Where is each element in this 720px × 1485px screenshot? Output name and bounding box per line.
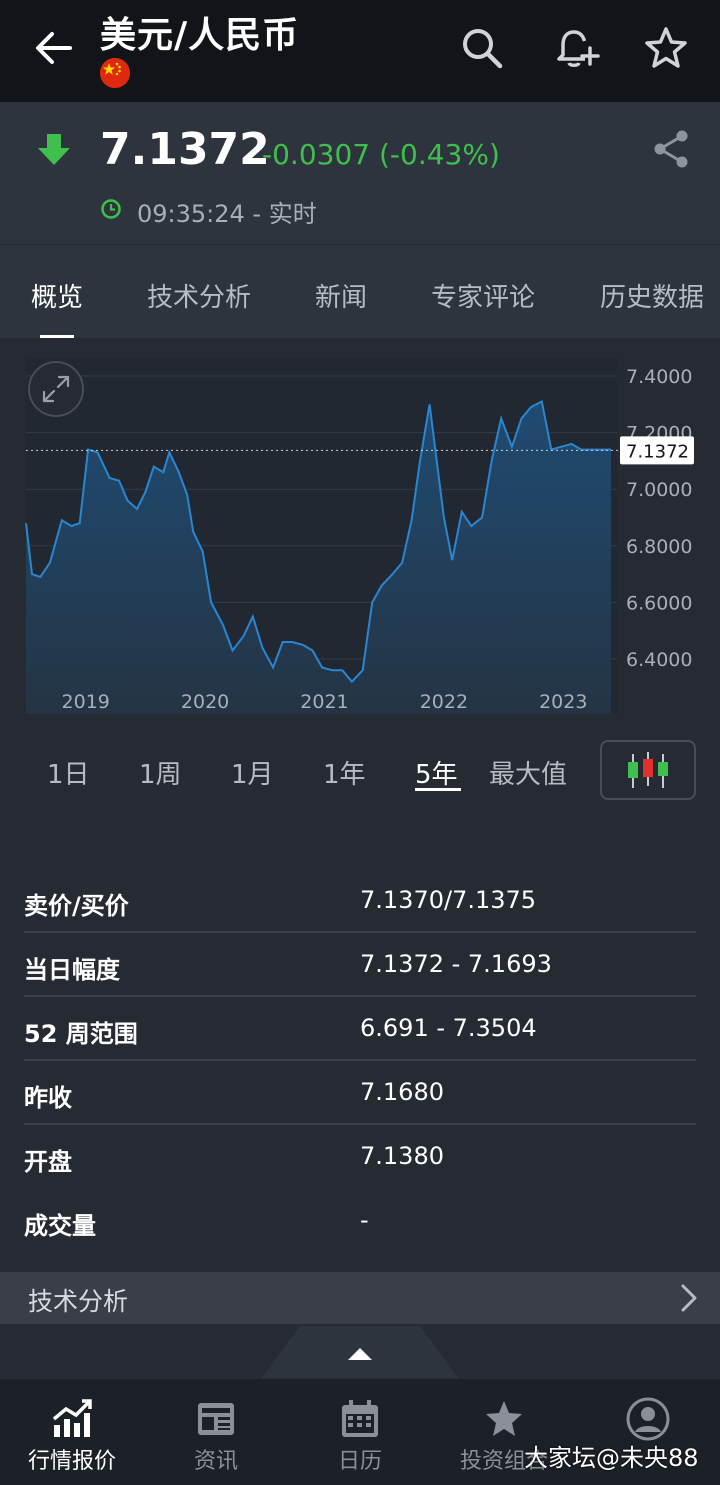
nav-label: 日历 (337, 1449, 382, 1474)
stat-row-52-week-range: 52 周范围 6.691 - 7.3504 (24, 996, 696, 1061)
calendar-icon (342, 1400, 378, 1437)
tab-history[interactable]: 历史数据 (600, 277, 704, 314)
time-range-selector: 1日 1周 1月 1年 5年 最大值 (0, 740, 720, 800)
tab-news[interactable]: 新闻 (315, 277, 367, 314)
section-title: 技术分析 (28, 1287, 129, 1316)
china-flag-icon (100, 58, 130, 88)
technical-analysis-section-header[interactable]: 技术分析 (0, 1272, 720, 1324)
candlestick-icon (628, 752, 668, 788)
chevron-right-icon (681, 1284, 697, 1312)
stat-label: 成交量 (24, 1212, 96, 1240)
stat-row-bid-ask: 卖价/买价 7.1370/7.1375 (24, 868, 696, 933)
y-tick-label: 7.4000 (626, 366, 692, 388)
watermark-text: 大家坛@未央88 (524, 1444, 699, 1472)
expand-icon (42, 375, 70, 403)
nav-calendar[interactable]: 日历 (288, 1379, 432, 1485)
x-tick-label: 2022 (420, 691, 468, 713)
price-change: -0.0307 (-0.43%) (262, 138, 500, 171)
stat-value: 7.1380 (360, 1142, 444, 1170)
stat-value: - (360, 1206, 369, 1234)
stat-row-volume: 成交量 - (24, 1188, 696, 1252)
y-tick-label: 6.8000 (626, 536, 692, 558)
tab-overview[interactable]: 概览 (31, 277, 83, 314)
y-tick-label: 7.0000 (626, 479, 692, 501)
stat-row-open: 开盘 7.1380 (24, 1124, 696, 1188)
price-chart[interactable]: 7.4000 7.2000 7.0000 6.8000 6.6000 6.4000 201… (0, 338, 720, 718)
stat-label: 开盘 (24, 1148, 72, 1176)
candlestick-toggle-button[interactable] (600, 740, 696, 800)
range-1d[interactable]: 1日 (47, 754, 90, 791)
range-1w[interactable]: 1周 (139, 754, 182, 791)
stat-value: 7.1370/7.1375 (360, 886, 537, 914)
range-max[interactable]: 最大值 (489, 754, 567, 791)
range-5y[interactable]: 5年 (415, 754, 458, 791)
stat-label: 52 周范围 (24, 1020, 138, 1048)
x-tick-label: 2021 (300, 691, 348, 713)
app-header: 美元/人民币 (0, 0, 720, 102)
stat-value: 7.1372 - 7.1693 (360, 950, 552, 978)
chart-up-icon (52, 1399, 92, 1437)
stat-label: 昨收 (24, 1084, 72, 1112)
share-icon[interactable] (650, 128, 692, 170)
stat-row-prev-close: 昨收 7.1680 (24, 1060, 696, 1125)
active-range-indicator (415, 788, 461, 791)
search-icon[interactable] (458, 24, 506, 72)
quote-timestamp: 09:35:24 - 实时 (137, 200, 317, 228)
x-tick-label: 2023 (539, 691, 587, 713)
quote-panel: 7.1372 -0.0307 (-0.43%) 09:35:24 - 实时 (0, 102, 720, 244)
add-alert-bell-icon[interactable] (552, 24, 600, 72)
favorite-star-icon[interactable] (642, 24, 690, 72)
tab-expert-review[interactable]: 专家评论 (431, 277, 535, 314)
expand-chart-button[interactable] (28, 361, 84, 417)
current-price-label: 7.1372 (626, 441, 689, 462)
back-arrow-icon[interactable] (30, 24, 78, 72)
x-tick-label: 2019 (62, 691, 110, 713)
clock-icon (101, 199, 121, 219)
stat-value: 7.1680 (360, 1078, 444, 1106)
pull-up-handle[interactable] (260, 1326, 460, 1380)
y-tick-label: 6.4000 (626, 649, 692, 671)
y-tick-label: 6.6000 (626, 592, 692, 614)
page-title: 美元/人民币 (100, 15, 300, 56)
tab-technical[interactable]: 技术分析 (147, 277, 251, 314)
star-icon (486, 1401, 522, 1436)
price-down-arrow-icon (38, 134, 70, 165)
newspaper-icon (198, 1403, 234, 1435)
nav-news[interactable]: 资讯 (144, 1379, 288, 1485)
stat-value: 6.691 - 7.3504 (360, 1014, 537, 1042)
current-price: 7.1372 (100, 124, 270, 175)
nav-quotes[interactable]: 行情报价 (0, 1379, 144, 1485)
stat-row-day-range: 当日幅度 7.1372 - 7.1693 (24, 932, 696, 997)
stat-label: 卖价/买价 (24, 892, 129, 920)
profile-icon (626, 1397, 670, 1441)
nav-label: 行情报价 (27, 1449, 116, 1474)
range-1m[interactable]: 1月 (231, 754, 274, 791)
x-tick-label: 2020 (181, 691, 229, 713)
section-tabs: 概览 技术分析 新闻 专家评论 历史数据 (0, 244, 720, 338)
nav-label: 资讯 (193, 1449, 238, 1474)
stat-label: 当日幅度 (24, 956, 120, 984)
range-1y[interactable]: 1年 (323, 754, 366, 791)
price-chart-svg: 7.40007.20007.00006.80006.60006.4000 201… (25, 358, 694, 714)
